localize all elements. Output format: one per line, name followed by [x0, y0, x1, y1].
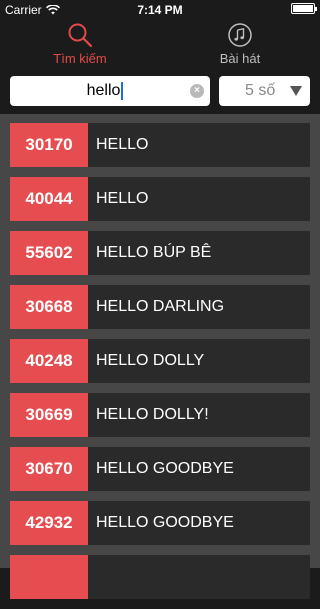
digit-filter-select[interactable]: 5 số — [219, 76, 310, 106]
list-item[interactable]: 40248 HELLO DOLLY — [10, 339, 310, 383]
dropdown-arrow-icon — [290, 86, 302, 96]
search-icon — [68, 23, 93, 48]
song-code: 30670 — [10, 447, 88, 491]
results-list: 30170 HELLO 40044 HELLO 55602 HELLO BÚP … — [10, 123, 310, 609]
song-code: 42932 — [10, 501, 88, 545]
song-code: 40044 — [10, 177, 88, 221]
list-item[interactable]: 42932 HELLO GOODBYE — [10, 501, 310, 545]
song-title: HELLO DOLLY! — [88, 393, 310, 437]
list-item[interactable]: 30670 HELLO GOODBYE — [10, 447, 310, 491]
song-title: HELLO GOODBYE — [88, 501, 310, 545]
list-item[interactable]: 55602 HELLO BÚP BÊ — [10, 231, 310, 275]
song-title: HELLO DARLING — [88, 285, 310, 329]
list-item[interactable]: 30669 HELLO DOLLY! — [10, 393, 310, 437]
song-code: 40248 — [10, 339, 88, 383]
song-title: HELLO — [88, 123, 310, 167]
song-title: HELLO BÚP BÊ — [88, 231, 310, 275]
search-input[interactable]: hello × — [10, 76, 210, 106]
song-code: 55602 — [10, 231, 88, 275]
tab-songs[interactable]: Bài hát — [160, 20, 320, 70]
digit-filter-value: 5 số — [245, 82, 276, 99]
clear-icon[interactable]: × — [190, 84, 204, 98]
tab-search[interactable]: Tìm kiếm — [0, 20, 160, 70]
list-item[interactable]: 30668 HELLO DARLING — [10, 285, 310, 329]
tab-bar: Tìm kiếm Bài hát — [0, 20, 320, 70]
status-bar: Carrier 7:14 PM — [0, 0, 320, 20]
tab-search-label: Tìm kiếm — [53, 51, 107, 66]
song-code — [10, 555, 88, 599]
song-title — [88, 555, 310, 599]
song-code: 30668 — [10, 285, 88, 329]
song-title: HELLO DOLLY — [88, 339, 310, 383]
battery-icon — [291, 3, 317, 14]
song-code: 30669 — [10, 393, 88, 437]
song-code: 30170 — [10, 123, 88, 167]
list-item[interactable] — [10, 555, 310, 599]
tab-songs-label: Bài hát — [219, 51, 261, 66]
song-title: HELLO — [88, 177, 310, 221]
text-caret — [121, 82, 124, 100]
music-note-icon — [228, 23, 252, 47]
list-item[interactable]: 30170 HELLO — [10, 123, 310, 167]
status-time: 7:14 PM — [137, 3, 183, 17]
song-title: HELLO GOODBYE — [88, 447, 310, 491]
search-input-value: hello — [86, 82, 121, 99]
status-right — [291, 3, 317, 14]
search-row: hello × 5 số — [10, 76, 310, 106]
list-item[interactable]: 40044 HELLO — [10, 177, 310, 221]
